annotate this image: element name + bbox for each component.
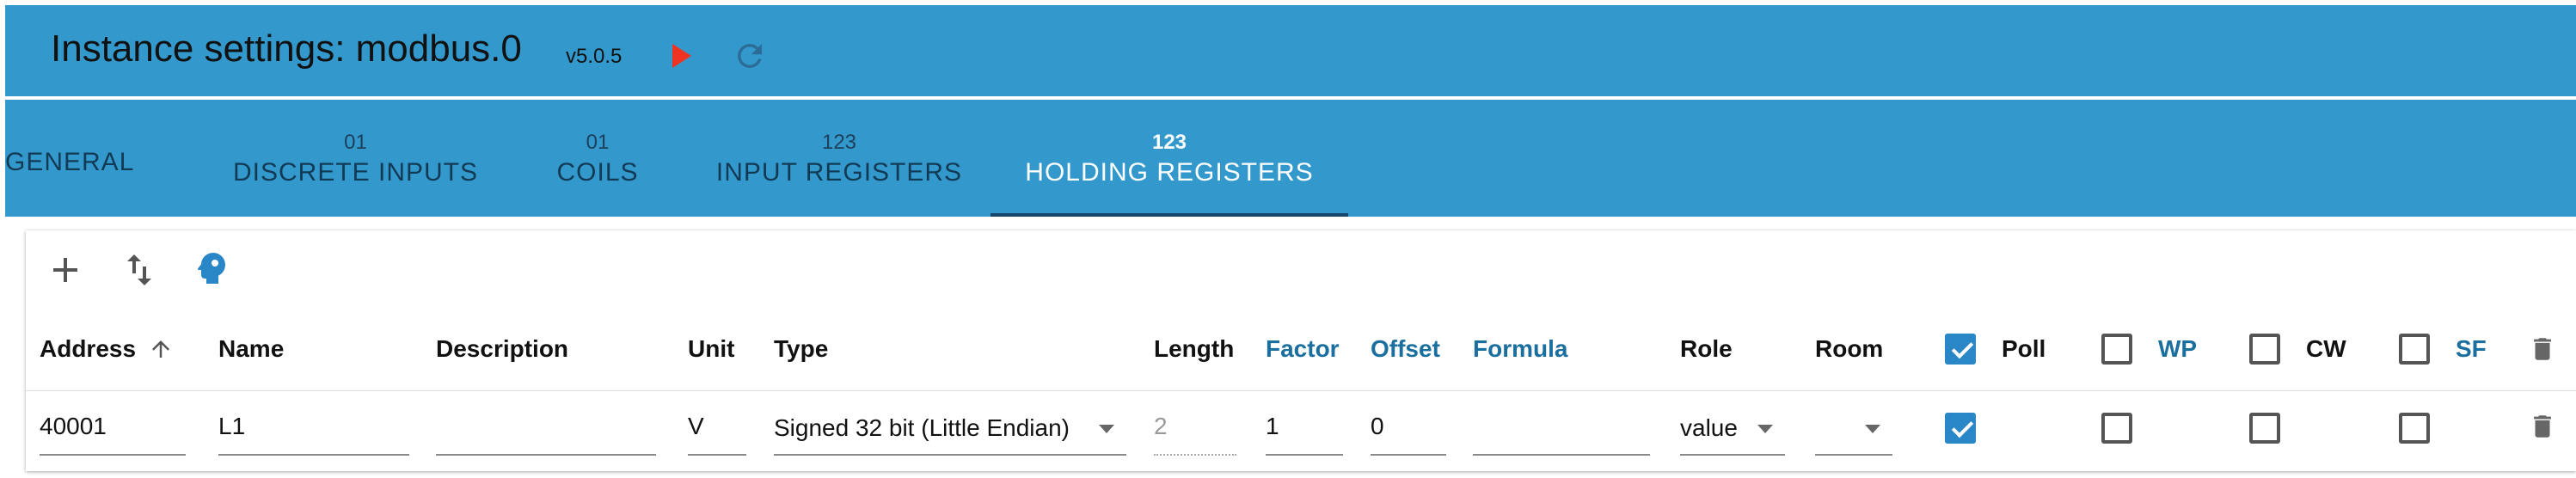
tab-coils[interactable]: 01 COILS bbox=[543, 100, 653, 217]
poll-all-checkbox[interactable] bbox=[1945, 334, 1976, 365]
delete-all-icon[interactable] bbox=[2528, 332, 2557, 366]
column-header-wp: WP bbox=[2158, 335, 2198, 362]
column-header-formula[interactable]: Formula bbox=[1473, 335, 1567, 363]
column-header-label: Address bbox=[40, 335, 137, 362]
cw-checkbox[interactable] bbox=[2249, 413, 2280, 444]
poll-checkbox[interactable] bbox=[1945, 413, 1976, 444]
tab-label: COILS bbox=[556, 158, 639, 187]
tab-bar: GENERAL 01 DISCRETE INPUTS 01 COILS 123 … bbox=[5, 100, 2576, 217]
type-value: Signed 32 bit (Little Endian) bbox=[774, 414, 1070, 441]
cw-all-checkbox[interactable] bbox=[2249, 334, 2280, 365]
column-header-length[interactable]: Length bbox=[1154, 335, 1234, 363]
wp-all-checkbox[interactable] bbox=[2101, 334, 2132, 365]
name-field[interactable] bbox=[218, 402, 409, 456]
column-header-sf: SF bbox=[2456, 335, 2487, 362]
column-header-description[interactable]: Description bbox=[436, 335, 568, 363]
chevron-down-icon bbox=[1099, 425, 1114, 433]
sf-checkbox[interactable] bbox=[2399, 413, 2430, 444]
registers-table-card: Address Name Description Unit Type Lengt… bbox=[26, 230, 2576, 471]
offset-field[interactable] bbox=[1371, 402, 1446, 456]
column-header-name[interactable]: Name bbox=[218, 335, 284, 363]
column-header-unit[interactable]: Unit bbox=[688, 335, 734, 363]
length-field bbox=[1154, 402, 1236, 456]
sf-all-checkbox[interactable] bbox=[2399, 334, 2430, 365]
room-select[interactable] bbox=[1815, 402, 1892, 456]
address-input[interactable] bbox=[40, 402, 186, 450]
unit-field[interactable] bbox=[688, 402, 746, 456]
tab-count: 123 bbox=[1151, 131, 1187, 154]
tab-label: HOLDING REGISTERS bbox=[1025, 158, 1314, 187]
name-input[interactable] bbox=[218, 402, 409, 450]
column-header-poll: Poll bbox=[2002, 335, 2046, 362]
type-select[interactable]: Signed 32 bit (Little Endian) bbox=[774, 402, 1126, 456]
length-input bbox=[1154, 402, 1236, 450]
unit-input[interactable] bbox=[688, 402, 746, 450]
role-select[interactable]: value bbox=[1680, 402, 1785, 456]
chevron-down-icon bbox=[1865, 425, 1880, 433]
tab-discrete-inputs[interactable]: 01 DISCRETE INPUTS bbox=[203, 100, 508, 217]
factor-input[interactable] bbox=[1266, 402, 1343, 450]
header-divider bbox=[26, 390, 2576, 391]
chevron-down-icon bbox=[1757, 425, 1773, 433]
factor-field[interactable] bbox=[1266, 402, 1343, 456]
tab-indicator bbox=[991, 213, 1348, 217]
column-header-cw: CW bbox=[2306, 335, 2346, 362]
reload-icon[interactable] bbox=[732, 38, 768, 74]
tab-count: 01 bbox=[586, 131, 610, 154]
tab-label: INPUT REGISTERS bbox=[715, 158, 963, 187]
tab-label: GENERAL bbox=[5, 148, 135, 176]
add-icon[interactable] bbox=[45, 249, 86, 291]
formula-input[interactable] bbox=[1473, 402, 1650, 450]
page-title: Instance settings: modbus.0 bbox=[51, 28, 522, 70]
tab-holding-registers[interactable]: 123 HOLDING REGISTERS bbox=[991, 100, 1348, 217]
tab-input-registers[interactable]: 123 INPUT REGISTERS bbox=[689, 100, 990, 217]
tab-count: 01 bbox=[344, 131, 367, 154]
column-header-offset[interactable]: Offset bbox=[1371, 335, 1440, 363]
wp-checkbox[interactable] bbox=[2101, 413, 2132, 444]
instance-settings-dialog: Instance settings: modbus.0 v5.0.5 GENER… bbox=[5, 5, 2576, 478]
play-icon[interactable] bbox=[672, 44, 691, 68]
sort-icon[interactable] bbox=[119, 249, 160, 291]
version-label: v5.0.5 bbox=[566, 45, 623, 68]
tab-general[interactable]: GENERAL bbox=[5, 100, 135, 217]
tab-count: 123 bbox=[821, 131, 857, 154]
delete-row-icon[interactable] bbox=[2528, 409, 2557, 444]
column-header-room[interactable]: Room bbox=[1815, 335, 1883, 363]
description-input[interactable] bbox=[436, 402, 656, 450]
offset-input[interactable] bbox=[1371, 402, 1446, 450]
role-value: value bbox=[1680, 414, 1738, 441]
address-field[interactable] bbox=[40, 402, 186, 456]
column-header-address[interactable]: Address bbox=[40, 335, 174, 363]
column-header-type[interactable]: Type bbox=[774, 335, 828, 363]
title-bar: Instance settings: modbus.0 v5.0.5 bbox=[5, 5, 2576, 96]
formula-field[interactable] bbox=[1473, 402, 1650, 456]
robot-head-icon[interactable] bbox=[191, 248, 232, 289]
column-header-factor[interactable]: Factor bbox=[1266, 335, 1340, 363]
column-header-role[interactable]: Role bbox=[1680, 335, 1733, 363]
sort-ascending-icon[interactable] bbox=[148, 336, 174, 362]
tab-label: DISCRETE INPUTS bbox=[232, 158, 479, 187]
description-field[interactable] bbox=[436, 402, 656, 456]
